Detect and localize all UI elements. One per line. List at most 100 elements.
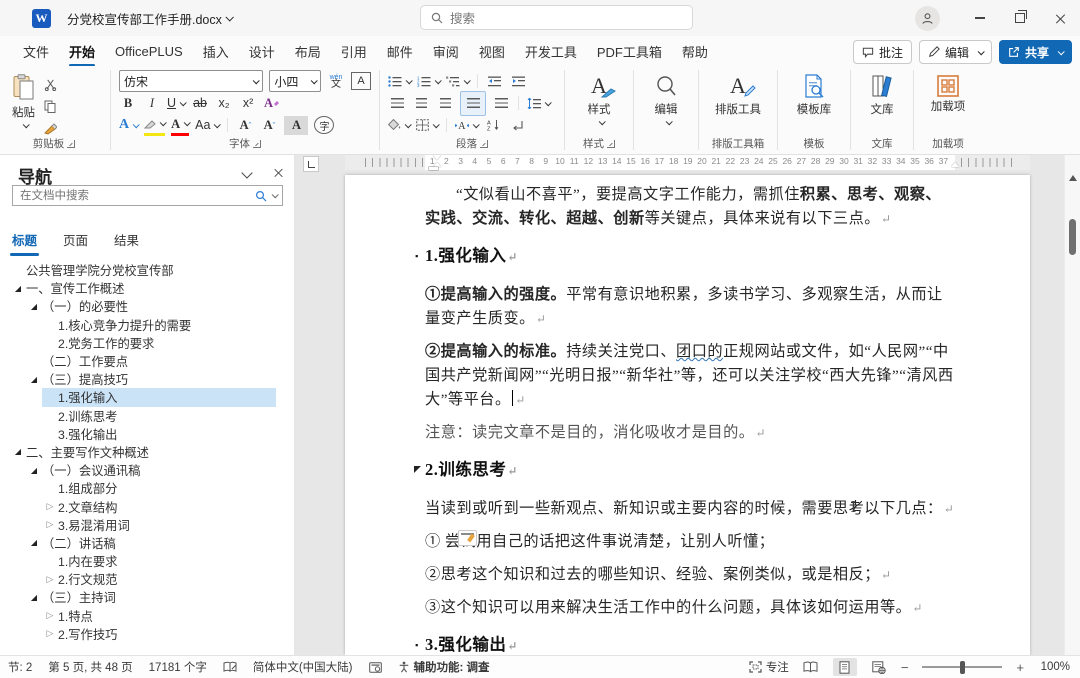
nav-expanded-marker-icon[interactable]: ◢ [10,447,26,456]
grow-font-button[interactable]: Aˆ [236,116,254,135]
nav-tree-item[interactable]: ◢一、宣传工作概述 [10,279,276,297]
nav-collapsed-marker-icon[interactable]: ▷ [42,574,58,585]
paragraph-dialog-launcher[interactable] [480,140,488,148]
nav-tree-item[interactable]: 1.核心竞争力提升的需要 [42,316,276,334]
restore-button[interactable] [1000,0,1040,36]
font-dialog-launcher[interactable] [253,140,261,148]
nav-tree-item[interactable]: 2.党务工作的要求 [42,334,276,352]
doc-heading[interactable]: 2.训练思考↵ [425,458,955,483]
accessibility-status-button[interactable]: 辅助功能: 调查 [398,659,490,675]
borders-button[interactable] [416,116,438,135]
sort-button[interactable]: AZ [484,116,502,135]
doc-paragraph[interactable]: “文似看山不喜平”，要提高文字工作能力，需抓住积累、思考、观察、实践、交流、转化… [425,183,955,231]
italic-button[interactable]: I [143,94,161,113]
nav-search-box[interactable] [12,185,283,206]
nav-tree-item[interactable]: 公共管理学院分党校宣传部 [10,261,276,279]
underline-button[interactable]: U [167,94,185,113]
line-spacing-button[interactable] [527,94,550,113]
cut-button[interactable] [41,75,59,94]
nav-tab-页面[interactable]: 页面 [63,230,88,254]
zoom-slider[interactable] [922,666,1002,668]
focus-mode-button[interactable]: 专注 [749,659,789,675]
bold-button[interactable]: B [119,94,137,113]
autocorrect-options-icon[interactable] [458,530,477,546]
share-button[interactable]: 共享 [999,40,1072,64]
highlight-color-button[interactable] [144,114,165,136]
nav-tree-item[interactable]: ▷2.行文规范 [42,570,276,588]
nav-tree-item[interactable]: 1.内在要求 [42,552,276,570]
addins-button[interactable]: 加载项 [922,70,974,118]
ribbon-tab-PDF工具箱[interactable]: PDF工具箱 [588,37,671,66]
character-shading-button[interactable]: A [284,116,308,135]
web-layout-button[interactable] [867,658,891,676]
ribbon-tab-设计[interactable]: 设计 [240,37,284,66]
nav-tree-item[interactable]: 2.训练思考 [42,407,276,425]
enclose-characters-button[interactable]: 字 [314,116,334,134]
paste-button[interactable]: 粘贴 [6,70,41,138]
nav-tree-item[interactable]: ▷1.特点 [42,607,276,625]
text-effects-button[interactable]: A [119,116,138,135]
distributed-button[interactable] [492,94,510,113]
strikethrough-button[interactable]: ab [191,94,209,113]
first-line-indent-marker[interactable] [433,155,441,160]
numbering-button[interactable]: 123 [417,72,440,91]
zoom-percent[interactable]: 100% [1034,661,1070,673]
subscript-button[interactable]: x₂ [215,94,233,113]
ribbon-tab-插入[interactable]: 插入 [194,37,238,66]
library-button[interactable]: 文库 [859,70,905,121]
nav-tree-item[interactable]: 1.组成部分 [42,479,276,497]
template-library-button[interactable]: 模板库 [786,70,842,121]
nav-tree-item[interactable]: ◢（一）的必要性 [26,297,276,315]
page-indicator[interactable]: 第 5 页, 共 48 页 [48,659,132,675]
tab-selector[interactable] [303,156,319,172]
nav-collapsed-marker-icon[interactable]: ▷ [42,501,58,512]
nav-expanded-marker-icon[interactable]: ◢ [26,375,42,384]
copy-button[interactable] [41,97,59,116]
align-center-button[interactable] [412,94,430,113]
doc-paragraph[interactable]: ① 尝试用自己的话把这件事说清楚，让别人听懂； [425,530,955,554]
nav-expanded-marker-icon[interactable]: ◢ [26,466,42,475]
document-text[interactable]: “文似看山不喜平”，要提高文字工作能力，需抓住积累、思考、观察、实践、交流、转化… [425,183,955,655]
vertical-scrollbar[interactable] [1064,155,1080,655]
nav-expanded-marker-icon[interactable]: ◢ [26,538,42,547]
editing-button[interactable]: 编辑 [642,70,690,129]
shading-button[interactable] [388,116,410,135]
nav-expanded-marker-icon[interactable]: ◢ [26,302,42,311]
zoom-in-button[interactable]: + [1016,660,1024,675]
asian-layout-button[interactable]: A [455,116,478,135]
editing-mode-button[interactable]: 编辑 [919,40,992,64]
decrease-indent-button[interactable] [486,72,504,91]
styles-button[interactable]: A 样式 [573,70,625,129]
nav-tree-item[interactable]: （二）工作要点 [26,352,276,370]
show-marks-button[interactable] [508,116,526,135]
nav-tree-item[interactable]: ▷3.易混淆用词 [42,516,276,534]
change-case-button[interactable]: Aa [195,116,219,135]
minimize-button[interactable] [960,0,1000,36]
nav-tab-结果[interactable]: 结果 [114,230,139,254]
ribbon-tab-OfficePLUS[interactable]: OfficePLUS [106,39,192,64]
doc-paragraph[interactable]: ①提高输入的强度。平常有意识地积累，多读书学习、多观察生活，从而让量变产生质变。… [425,283,955,331]
section-indicator[interactable]: 节: 2 [8,659,32,675]
nav-collapsed-marker-icon[interactable]: ▷ [42,628,58,639]
nav-tab-标题[interactable]: 标题 [12,230,37,254]
ribbon-tab-审阅[interactable]: 审阅 [424,37,468,66]
word-count[interactable]: 17181 个字 [149,659,207,675]
print-layout-button[interactable] [833,658,857,676]
horizontal-ruler[interactable]: 1234567891011121314151617181920212223242… [345,155,1030,170]
language-indicator[interactable]: 简体中文(中国大陆) [253,659,353,675]
close-button[interactable] [1040,0,1080,36]
nav-tree-item[interactable]: ◢（三）主持词 [26,588,276,606]
read-mode-button[interactable] [799,658,823,676]
nav-collapsed-marker-icon[interactable]: ▷ [42,610,58,621]
doc-heading[interactable]: ▪1.强化输入↵ [425,244,955,269]
proofing-status-button[interactable] [223,661,237,673]
nav-pane-options-chevron[interactable] [241,167,252,178]
right-indent-marker[interactable] [951,162,959,167]
chevron-down-icon[interactable] [272,191,279,198]
ribbon-tab-帮助[interactable]: 帮助 [673,37,717,66]
scrollbar-thumb[interactable] [1069,219,1076,255]
align-right-button[interactable] [436,94,454,113]
heading-collapse-marker-icon[interactable] [410,458,424,482]
doc-paragraph[interactable]: ③这个知识可以用来解决生活工作中的什么问题，具体该如何运用等。↵ [425,596,955,620]
comments-button[interactable]: 批注 [853,40,912,64]
